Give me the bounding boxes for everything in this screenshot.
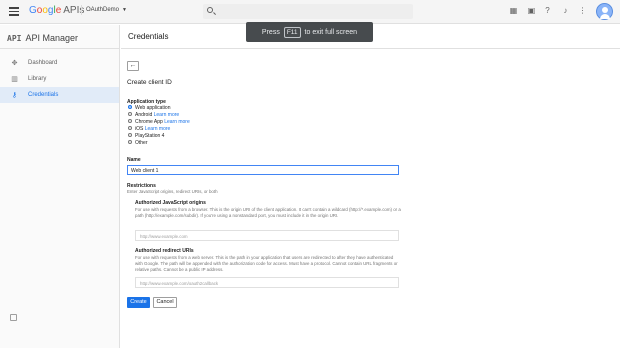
radio-icon [128, 118, 132, 123]
apps-icon[interactable]: ▦ [509, 6, 518, 15]
sidebar-item-credentials[interactable]: ⚷ Credentials [0, 87, 119, 103]
js-origins-label: Authorized JavaScript origins [135, 200, 206, 206]
sidebar-title: API Manager [25, 33, 78, 43]
fullscreen-toast: Press F11 to exit full screen [246, 22, 373, 42]
redirect-uris-hint: For use with requests from a web server.… [135, 255, 398, 272]
page-title: Credentials [128, 32, 169, 41]
js-origin-input[interactable]: http://www.example.com [135, 230, 399, 241]
hamburger-icon[interactable] [9, 7, 19, 16]
feedback-icon[interactable]: ▣ [527, 6, 536, 15]
sidebar-item-library[interactable]: ▥ Library [0, 71, 119, 87]
learn-more-link[interactable]: Learn more [154, 112, 180, 118]
redirect-uris-label: Authorized redirect URIs [135, 248, 194, 254]
more-icon[interactable]: ⋮ [578, 6, 587, 15]
js-origins-hint: For use with requests from a browser. Th… [135, 207, 401, 218]
radio-android[interactable]: Android Learn more [128, 111, 180, 119]
help-icon[interactable]: ? [543, 6, 552, 15]
sidebar-header: API API Manager [0, 25, 119, 49]
form-title: Create client ID [127, 79, 172, 86]
notifications-icon[interactable]: ♪ [561, 6, 570, 15]
learn-more-link[interactable]: Learn more [164, 119, 190, 125]
dashboard-icon: ✥ [11, 60, 18, 67]
radio-icon [128, 139, 132, 144]
project-name: OAuthDemo [86, 7, 120, 13]
account-avatar[interactable] [596, 3, 613, 20]
radio-chrome-app[interactable]: Chrome App Learn more [128, 118, 190, 126]
project-selector[interactable]: OAuthDemo ▼ [81, 5, 131, 15]
sidebar-item-label: Library [28, 76, 47, 82]
radio-selected-icon [128, 104, 132, 109]
radio-ios[interactable]: iOS Learn more [128, 125, 171, 133]
sidebar-item-dashboard[interactable]: ✥ Dashboard [0, 55, 119, 71]
sidebar-item-label: Dashboard [28, 60, 58, 66]
radio-other[interactable]: Other [128, 139, 148, 147]
cancel-button[interactable]: Cancel [153, 297, 177, 308]
back-arrow-icon[interactable]: ← [127, 61, 139, 71]
restrictions-hint: Enter JavaScript origins, redirect URIs,… [127, 189, 218, 194]
redirect-uri-input[interactable]: http://www.example.com/oauth2callback [135, 277, 399, 288]
top-bar: Google APIs OAuthDemo ▼ ▦ ▣ ? ♪ ⋮ [0, 0, 620, 24]
google-apis-logo[interactable]: Google APIs [29, 5, 84, 16]
radio-icon [128, 132, 132, 137]
name-input[interactable]: Web client 1 [127, 165, 399, 175]
radio-playstation-4[interactable]: PlayStation 4 [128, 132, 164, 140]
library-icon: ▥ [11, 76, 18, 83]
sidebar-item-label: Credentials [28, 92, 59, 98]
radio-icon [128, 125, 132, 130]
search-bar[interactable] [203, 4, 413, 19]
api-logo: API [7, 34, 22, 43]
chevron-down-icon: ▼ [122, 7, 127, 13]
f11-key: F11 [283, 26, 301, 38]
create-button[interactable]: Create [127, 297, 150, 308]
radio-icon [128, 111, 132, 116]
learn-more-link[interactable]: Learn more [145, 126, 171, 132]
sidebar: API API Manager ✥ Dashboard ▥ Library ⚷ C… [0, 25, 120, 348]
search-icon [207, 7, 213, 13]
radio-web-application[interactable]: Web application [128, 104, 171, 112]
key-icon: ⚷ [11, 92, 18, 99]
collapse-sidebar-icon[interactable] [10, 314, 17, 321]
name-label: Name [127, 157, 141, 163]
